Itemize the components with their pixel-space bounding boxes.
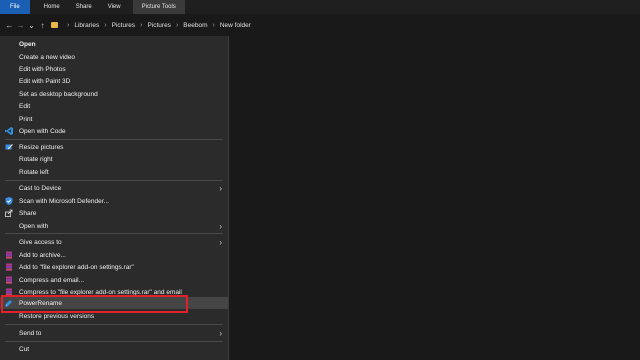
breadcrumb-pictures[interactable]: Pictures <box>112 22 135 29</box>
menu-item-open-with-code[interactable]: Open with Code <box>0 125 228 137</box>
up-arrow-icon[interactable]: ↑ <box>37 21 48 30</box>
breadcrumb-separator: › <box>140 21 143 29</box>
tab-view[interactable]: View <box>100 0 129 14</box>
tab-share[interactable]: Share <box>68 0 100 14</box>
breadcrumb-pictures-2[interactable]: Pictures <box>147 22 170 29</box>
menu-item-label: Create a new video <box>19 53 76 61</box>
vscode-icon <box>5 127 13 135</box>
menu-item-create-video[interactable]: Create a new video <box>0 51 228 63</box>
menu-item-label: Set as desktop background <box>19 90 98 98</box>
menu-item-label: Compress and email... <box>19 276 85 284</box>
folder-icon <box>51 22 58 28</box>
breadcrumb-libraries[interactable]: Libraries <box>74 22 99 29</box>
tab-file[interactable]: File <box>0 0 30 14</box>
menu-item-compress-email[interactable]: Compress and email... <box>0 274 228 286</box>
menu-item-label: Add to archive... <box>19 251 66 259</box>
menu-item-set-background[interactable]: Set as desktop background <box>0 88 228 100</box>
tab-home[interactable]: Home <box>36 0 68 14</box>
recent-locations-chevron-icon[interactable]: ⌄ <box>26 21 37 30</box>
menu-item-cast-to-device[interactable]: Cast to Device › <box>0 182 228 194</box>
menu-separator <box>5 341 223 342</box>
menu-item-share[interactable]: Share <box>0 207 228 219</box>
menu-item-label: Edit with Paint 3D <box>19 77 71 85</box>
menu-item-label: Resize pictures <box>19 143 64 151</box>
submenu-arrow-icon: › <box>219 183 222 193</box>
menu-item-rotate-right[interactable]: Rotate right <box>0 153 228 165</box>
menu-separator <box>5 233 223 234</box>
winrar-icon <box>5 251 13 259</box>
menu-item-label: Cast to Device <box>19 184 62 192</box>
back-arrow-icon[interactable]: ← <box>4 21 15 30</box>
address-bar: ← → ⌄ ↑ › Libraries › Pictures › Picture… <box>0 14 640 36</box>
menu-item-label: Share <box>19 209 37 217</box>
submenu-arrow-icon: › <box>219 328 222 338</box>
menu-item-label: Print <box>19 115 33 123</box>
menu-item-label: Open <box>19 40 36 48</box>
forward-arrow-icon[interactable]: → <box>15 21 26 30</box>
menu-item-label: Open with <box>19 222 49 230</box>
submenu-arrow-icon: › <box>219 221 222 231</box>
menu-item-label: Open with Code <box>19 127 66 135</box>
menu-item-print[interactable]: Print <box>0 113 228 125</box>
menu-item-send-to[interactable]: Send to › <box>0 327 228 339</box>
submenu-arrow-icon: › <box>219 237 222 247</box>
defender-shield-icon <box>5 197 13 205</box>
menu-item-scan-defender[interactable]: Scan with Microsoft Defender... <box>0 195 228 207</box>
menu-item-resize-pictures[interactable]: Resize pictures <box>0 141 228 153</box>
menu-item-give-access[interactable]: Give access to › <box>0 236 228 248</box>
menu-item-label: Edit with Photos <box>19 65 66 73</box>
menu-item-rotate-left[interactable]: Rotate left <box>0 166 228 178</box>
breadcrumb-separator: › <box>67 21 70 29</box>
menu-item-edit-photos[interactable]: Edit with Photos <box>0 63 228 75</box>
menu-item-label: Edit <box>19 102 31 110</box>
breadcrumb-separator: › <box>104 21 107 29</box>
menu-item-add-to-archive[interactable]: Add to archive... <box>0 249 228 261</box>
menu-item-label: Add to "file explorer add-on settings.ra… <box>19 263 134 271</box>
breadcrumb-new-folder[interactable]: New folder <box>220 22 251 29</box>
resize-pictures-icon <box>5 143 13 151</box>
menu-separator <box>5 139 223 140</box>
menu-item-label: Rotate right <box>19 155 53 163</box>
breadcrumb[interactable]: › Libraries › Pictures › Pictures › Beeb… <box>62 22 251 29</box>
winrar-icon <box>5 263 13 271</box>
menu-item-label: Give access to <box>19 238 62 246</box>
breadcrumb-separator: › <box>175 21 179 29</box>
menu-item-label: Restore previous versions <box>19 312 95 320</box>
menu-item-open-with[interactable]: Open with › <box>0 220 228 232</box>
breadcrumb-separator: › <box>212 21 215 29</box>
highlight-box <box>1 295 188 313</box>
winrar-icon <box>5 276 13 284</box>
ribbon: File Home Share View Picture Tools <box>0 0 640 14</box>
breadcrumb-beebom[interactable]: Beebom <box>183 22 207 29</box>
menu-item-label: Rotate left <box>19 168 49 176</box>
menu-item-add-to-rar[interactable]: Add to "file explorer add-on settings.ra… <box>0 261 228 273</box>
menu-separator <box>5 324 223 325</box>
menu-item-open[interactable]: Open <box>0 38 228 50</box>
menu-separator <box>5 180 223 181</box>
menu-item-cut[interactable]: Cut <box>0 343 228 355</box>
menu-item-edit[interactable]: Edit <box>0 100 228 112</box>
tab-picture-tools[interactable]: Picture Tools <box>132 0 185 14</box>
share-icon <box>5 209 13 217</box>
menu-item-edit-paint3d[interactable]: Edit with Paint 3D <box>0 75 228 87</box>
menu-item-label: Send to <box>19 329 42 337</box>
menu-item-label: Scan with Microsoft Defender... <box>19 197 109 205</box>
menu-item-label: Cut <box>19 345 30 353</box>
